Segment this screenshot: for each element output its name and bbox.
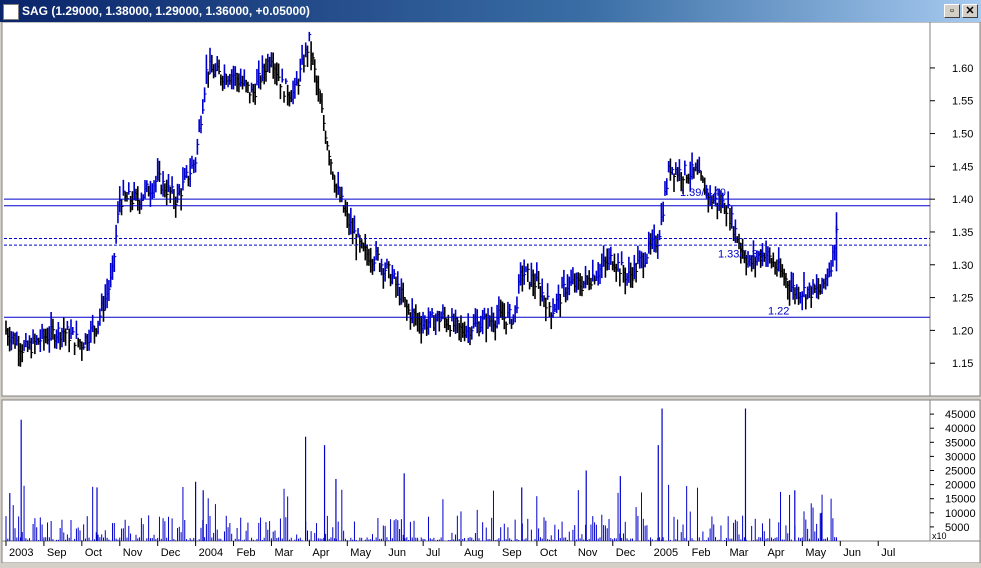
date-tick-label: Jun xyxy=(843,547,861,559)
date-tick-label: 2004 xyxy=(199,547,223,559)
date-tick-label: Nov xyxy=(123,547,143,559)
price-volume-chart: 1.39/1.40 1.33/1.34 1.22 1.15 1.20 1.25 1.30 1… xyxy=(1,21,981,564)
volume-tick-label: 10000 xyxy=(945,508,976,520)
date-tick-label: Feb xyxy=(237,547,256,559)
date-tick-label: Dec xyxy=(161,547,181,559)
price-tick-label: 1.15 xyxy=(952,358,973,370)
price-tick-label: 1.35 xyxy=(952,227,973,239)
reference-line-label: 1.33/1.34 xyxy=(718,249,764,261)
date-tick-label: Jun xyxy=(388,547,406,559)
price-tick-label: 1.45 xyxy=(952,161,973,173)
volume-tick-label: 20000 xyxy=(945,480,976,492)
date-tick-label: Mar xyxy=(274,547,293,559)
app-icon xyxy=(3,4,19,20)
volume-tick-label: 5000 xyxy=(945,522,969,534)
price-tick-label: 1.40 xyxy=(952,194,973,206)
date-tick-label: Oct xyxy=(85,547,102,559)
volume-tick-label: 35000 xyxy=(945,437,976,449)
date-tick-label: Aug xyxy=(464,547,484,559)
volume-scale-label: x10 xyxy=(932,531,947,541)
date-tick-label: Sep xyxy=(502,547,522,559)
price-tick-label: 1.55 xyxy=(952,96,973,108)
date-tick-label: Oct xyxy=(540,547,557,559)
date-tick-label: Apr xyxy=(767,547,784,559)
price-tick-label: 1.60 xyxy=(952,63,973,75)
volume-tick-label: 30000 xyxy=(945,451,976,463)
date-axis-panel xyxy=(1,540,981,564)
price-panel xyxy=(1,21,981,397)
reference-line-label: 1.22 xyxy=(768,305,789,317)
window-title-bar[interactable]: SAG (1.29000, 1.38000, 1.29000, 1.36000,… xyxy=(0,0,981,22)
close-button[interactable]: ✕ xyxy=(962,4,978,18)
date-tick-label: Dec xyxy=(616,547,636,559)
date-tick-label: May xyxy=(350,547,371,559)
volume-tick-label: 40000 xyxy=(945,423,976,435)
date-tick-label: Mar xyxy=(730,547,749,559)
date-tick-label: May xyxy=(805,547,826,559)
date-tick-label: Jul xyxy=(881,547,895,559)
date-tick-label: Apr xyxy=(312,547,329,559)
chart-frame: 1.39/1.40 1.33/1.34 1.22 1.15 1.20 1.25 1.30 1… xyxy=(0,21,981,564)
reference-line-label: 1.39/1.40 xyxy=(680,187,726,199)
volume-tick-label: 25000 xyxy=(945,466,976,478)
date-tick-label: 2003 xyxy=(9,547,33,559)
date-tick-label: 2005 xyxy=(654,547,678,559)
date-tick-label: Nov xyxy=(578,547,598,559)
date-tick-label: Jul xyxy=(426,547,440,559)
volume-tick-label: 45000 xyxy=(945,409,976,421)
volume-tick-label: 15000 xyxy=(945,494,976,506)
date-tick-label: Sep xyxy=(47,547,67,559)
price-tick-label: 1.50 xyxy=(952,129,973,141)
price-tick-label: 1.30 xyxy=(952,260,973,272)
window-title: SAG (1.29000, 1.38000, 1.29000, 1.36000,… xyxy=(22,4,310,18)
price-tick-label: 1.25 xyxy=(952,293,973,305)
price-tick-label: 1.20 xyxy=(952,325,973,337)
date-tick-label: Feb xyxy=(692,547,711,559)
restore-button[interactable]: ▫ xyxy=(944,4,960,18)
